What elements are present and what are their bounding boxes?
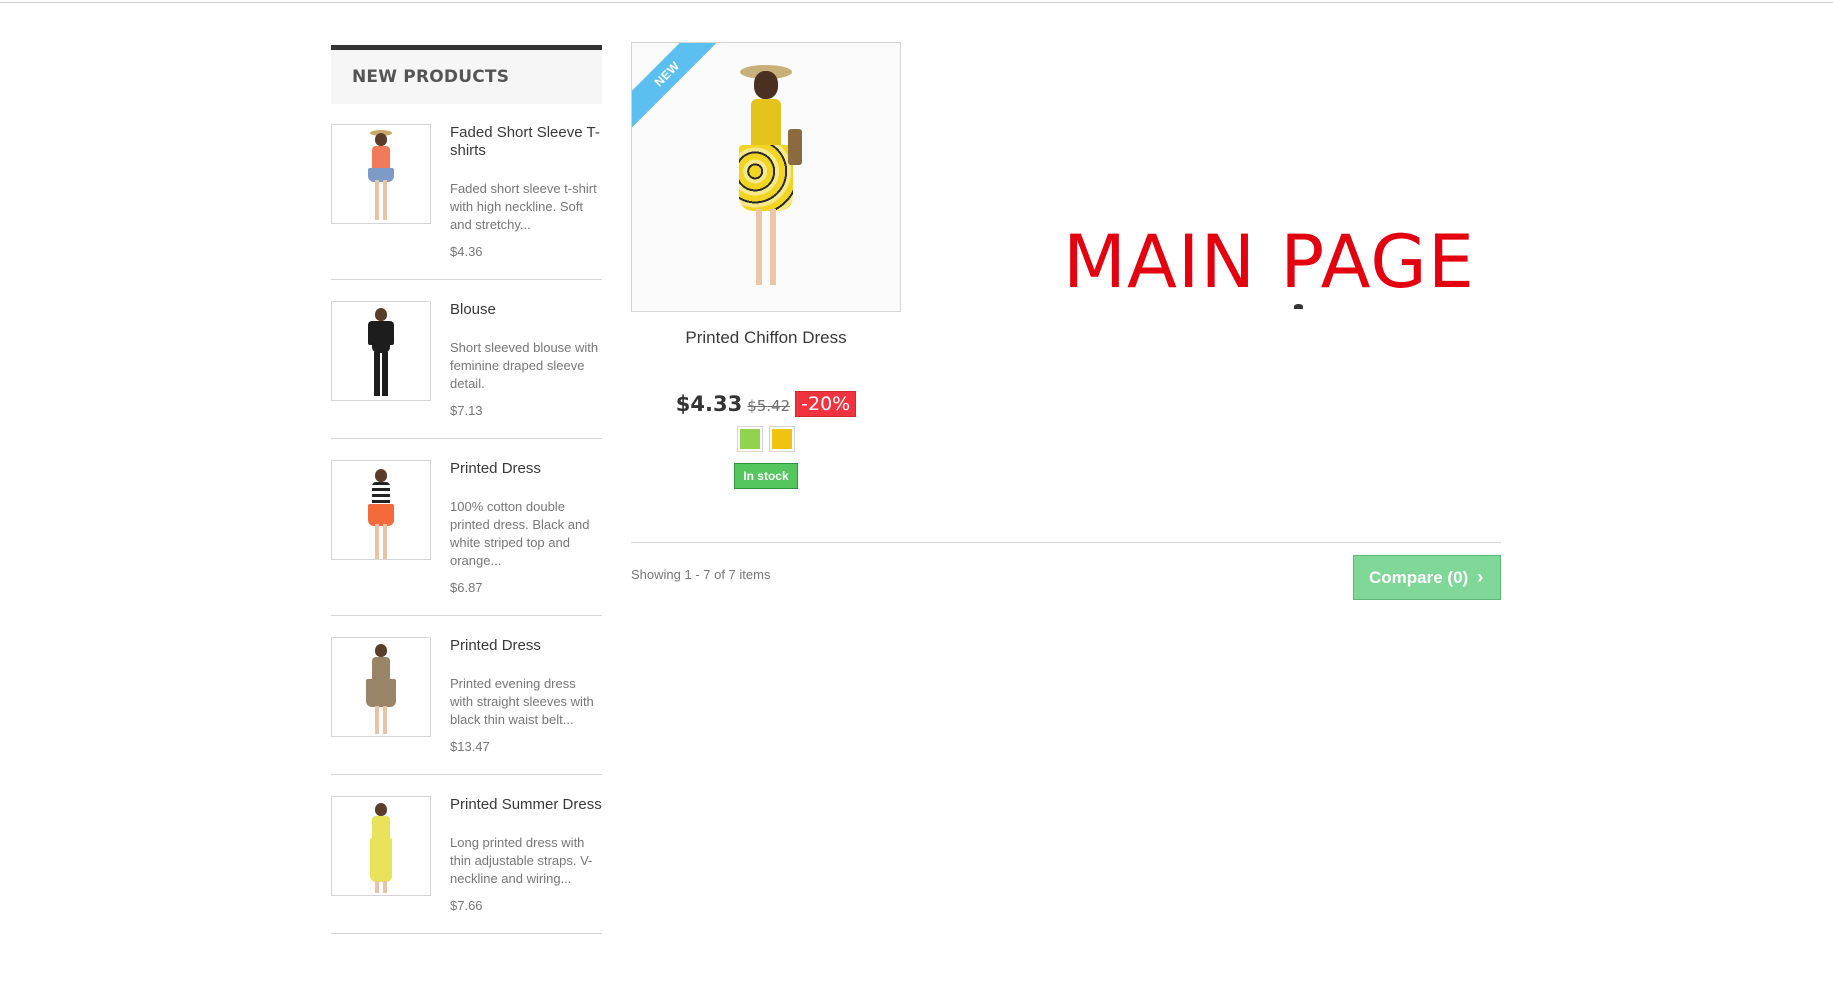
list-item: Printed Dress Printed evening dress with… <box>331 637 602 775</box>
results-count: Showing 1 - 7 of 7 items <box>631 567 771 582</box>
product-thumbnail[interactable] <box>331 460 431 560</box>
product-name-link[interactable]: Printed Summer Dress <box>450 796 602 814</box>
new-products-title[interactable]: NEW PRODUCTS <box>352 67 509 87</box>
product-description: Faded short sleeve t-shirt with high nec… <box>450 181 597 232</box>
compare-button[interactable]: Compare (0) › <box>1353 555 1501 600</box>
list-item: Printed Summer Dress Long printed dress … <box>331 796 602 934</box>
list-item: Printed Dress 100% cotton double printed… <box>331 460 602 616</box>
product-image[interactable]: NEW <box>631 42 901 312</box>
new-products-list: Faded Short Sleeve T-shirts Faded short … <box>331 124 602 934</box>
color-swatch-green[interactable] <box>737 426 763 452</box>
price-row: $4.33 $5.42 -20% <box>631 391 901 417</box>
new-products-block: NEW PRODUCTS Faded Short Sleeve T-shirts… <box>331 45 602 955</box>
product-description: Long printed dress with thin adjustable … <box>450 835 593 886</box>
new-products-header: NEW PRODUCTS <box>331 45 602 104</box>
dress-model-image <box>721 65 811 297</box>
old-price: $5.42 <box>747 397 791 415</box>
discount-badge: -20% <box>795 391 857 417</box>
product-price: $7.13 <box>450 403 483 418</box>
product-thumbnail[interactable] <box>331 637 431 737</box>
new-badge: NEW <box>632 43 723 130</box>
product-name-link[interactable]: Printed Dress <box>450 637 602 655</box>
listing-divider <box>631 542 1501 543</box>
product-name-link[interactable]: Printed Dress <box>450 460 602 478</box>
product-price: $13.47 <box>450 739 490 754</box>
top-divider <box>0 2 1833 3</box>
product-price: $4.36 <box>450 244 483 259</box>
product-name-link[interactable]: Blouse <box>450 301 602 319</box>
product-card: NEW Printed Chiffon Dress $4.33 $5.42 -2… <box>631 42 901 489</box>
product-name-link[interactable]: Printed Chiffon Dress <box>631 328 901 348</box>
mouse-cursor <box>1294 304 1303 309</box>
product-price: $7.66 <box>450 898 483 913</box>
color-swatches <box>631 426 901 452</box>
list-item: Faded Short Sleeve T-shirts Faded short … <box>331 124 602 280</box>
color-swatch-yellow[interactable] <box>769 426 795 452</box>
product-thumbnail[interactable] <box>331 796 431 896</box>
product-price: $6.87 <box>450 580 483 595</box>
product-name-link[interactable]: Faded Short Sleeve T-shirts <box>450 124 602 160</box>
product-description: Short sleeved blouse with feminine drape… <box>450 340 599 391</box>
product-description: Printed evening dress with straight slee… <box>450 676 594 727</box>
product-thumbnail[interactable] <box>331 124 431 224</box>
compare-label: Compare (0) <box>1369 567 1469 587</box>
product-price: $4.33 <box>675 392 743 416</box>
stock-status-badge: In stock <box>734 463 798 489</box>
main-page-overlay-label: MAIN PAGE <box>1063 220 1475 305</box>
chevron-right-icon: › <box>1477 567 1484 587</box>
product-description: 100% cotton double printed dress. Black … <box>450 499 590 568</box>
product-thumbnail[interactable] <box>331 301 431 401</box>
new-badge-label: NEW <box>651 58 683 90</box>
list-item: Blouse Short sleeved blouse with feminin… <box>331 301 602 439</box>
